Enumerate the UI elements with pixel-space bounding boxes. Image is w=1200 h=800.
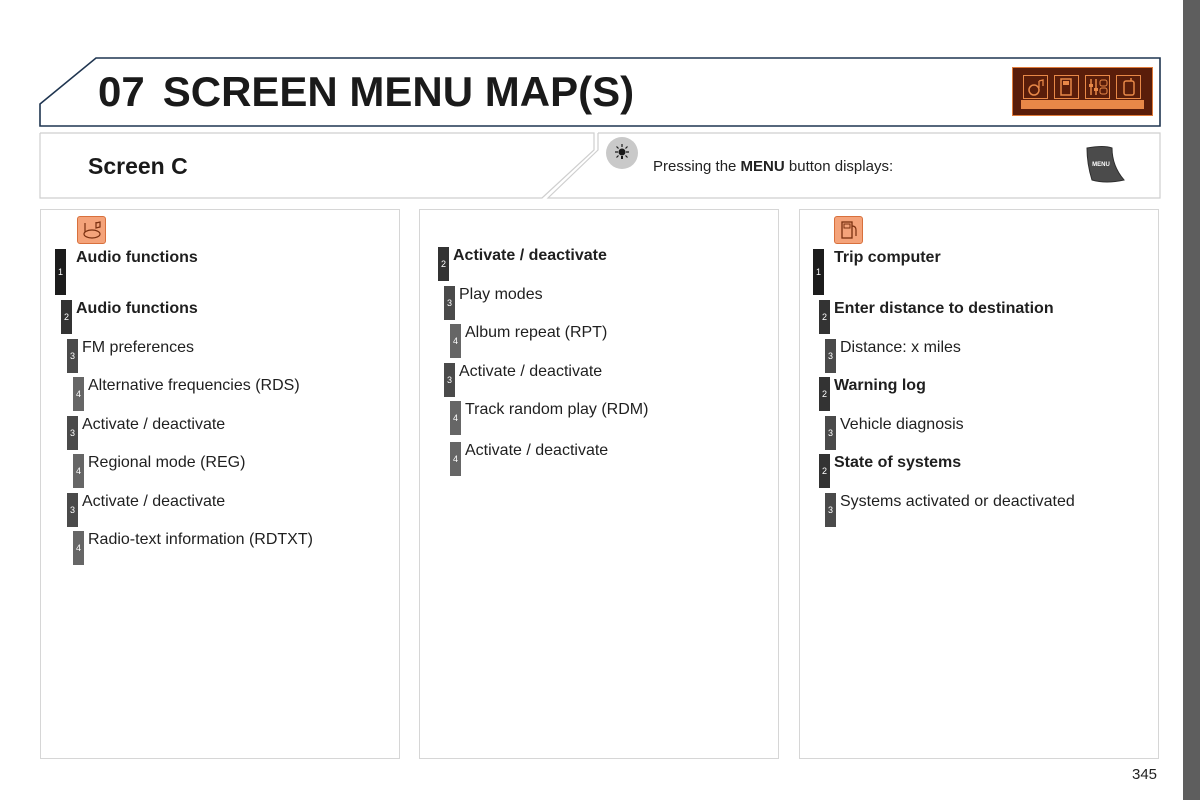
menu-item-label: Activate / deactivate <box>459 363 603 380</box>
audio-icon <box>1023 75 1048 99</box>
badge-bar <box>1021 100 1144 109</box>
audio-functions-icon <box>77 216 106 244</box>
page-number: 345 <box>1132 766 1158 783</box>
hint-suffix: button displays: <box>784 158 894 175</box>
menu-column-audio-continued: 2 Activate / deactivate 3 Play modes 4 Albu… <box>419 209 779 759</box>
menu-item-label: Activate / deactivate <box>82 493 226 510</box>
lightbulb-icon <box>606 137 638 169</box>
menu-item-label: Alternative frequencies (RDS) <box>88 377 300 394</box>
screen-title: Screen C <box>88 153 188 179</box>
level-marker: 3 <box>825 339 836 373</box>
level-marker: 2 <box>438 247 449 281</box>
menu-item-label: Enter distance to destination <box>834 300 1054 317</box>
chapter-number: 07 <box>98 68 145 115</box>
level-marker: 4 <box>73 531 84 565</box>
level-marker: 4 <box>73 454 84 488</box>
level-marker: 3 <box>825 493 836 527</box>
level-marker: 2 <box>61 300 72 334</box>
level-marker: 2 <box>819 300 830 334</box>
menu-item-label: FM preferences <box>82 339 195 356</box>
menu-item-label: Radio-text information (RDTXT) <box>88 531 313 548</box>
phone-icon <box>1116 75 1141 99</box>
level-marker: 4 <box>450 401 461 435</box>
chapter-title: 07 SCREEN MENU MAP(S) <box>98 68 634 116</box>
chapter-edge-tab <box>1183 0 1200 800</box>
settings-icon <box>1085 75 1110 99</box>
menu-item-label: Album repeat (RPT) <box>465 324 608 341</box>
level-marker: 4 <box>450 324 461 358</box>
menu-item-label: Activate / deactivate <box>453 247 607 264</box>
menu-item-label: Audio functions <box>76 249 198 266</box>
level-marker: 3 <box>67 416 78 450</box>
menu-item-label: Distance: x miles <box>840 339 961 356</box>
trip-computer-icon <box>834 216 863 244</box>
menu-item-label: Play modes <box>459 286 543 303</box>
trip-computer-icon <box>1054 75 1079 99</box>
level-marker: 3 <box>444 286 455 320</box>
level-marker: 3 <box>67 493 78 527</box>
menu-column-trip-computer: 1 Trip computer 2 Enter distance to destin… <box>799 209 1159 759</box>
hint-menu-word: MENU <box>740 158 785 175</box>
level-marker: 3 <box>825 416 836 450</box>
menu-item-label: State of systems <box>834 454 962 471</box>
level-marker: 4 <box>450 442 461 476</box>
menu-item-label: Activate / deactivate <box>465 442 609 459</box>
menu-item-label: Track random play (RDM) <box>465 401 649 418</box>
menu-item-label: Activate / deactivate <box>82 416 226 433</box>
level-marker: 3 <box>67 339 78 373</box>
level-marker: 1 <box>55 249 66 295</box>
menu-column-audio: 1 Audio functions 2 Audio functions 3 FM pr… <box>40 209 400 759</box>
menu-item-label: Audio functions <box>76 300 198 317</box>
level-marker: 1 <box>813 249 824 295</box>
level-marker: 2 <box>819 454 830 488</box>
level-marker: 4 <box>73 377 84 411</box>
menu-item-label: Warning log <box>834 377 926 394</box>
level-marker: 2 <box>819 377 830 411</box>
menu-key-label: MENU <box>1092 162 1110 168</box>
menu-item-label: Vehicle diagnosis <box>840 416 964 433</box>
menu-hint-text: Pressing the MENU button displays: <box>653 158 893 175</box>
menu-key-icon: MENU <box>1086 146 1125 183</box>
menu-item-label: Systems activated or deactivated <box>840 493 1075 510</box>
menu-item-label: Regional mode (REG) <box>88 454 246 471</box>
section-badge <box>1012 67 1153 116</box>
menu-item-label: Trip computer <box>834 249 941 266</box>
hint-prefix: Pressing the <box>653 158 741 175</box>
chapter-title-text: SCREEN MENU MAP(S) <box>162 68 635 115</box>
level-marker: 3 <box>444 363 455 397</box>
